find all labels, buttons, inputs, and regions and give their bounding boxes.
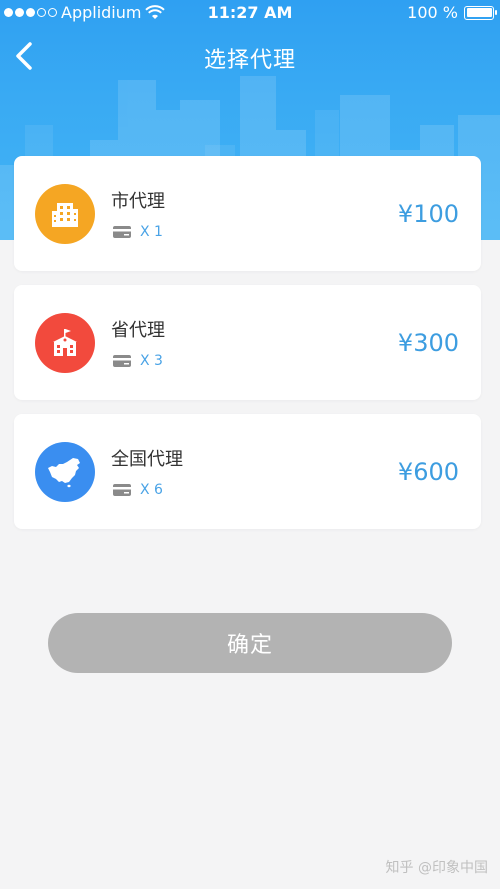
agent-quantity: X 1: [112, 224, 163, 240]
battery-icon: [464, 5, 497, 20]
quantity-count: X 1: [140, 224, 163, 240]
agent-price: ¥300: [397, 329, 459, 357]
building-icon: [35, 184, 95, 244]
china-map-icon: [35, 442, 95, 502]
agent-name: 全国代理: [111, 449, 183, 470]
agent-price: ¥600: [397, 458, 459, 486]
agent-quantity: X 3: [112, 353, 163, 369]
quantity-count: X 3: [140, 353, 163, 369]
agent-name: 省代理: [111, 320, 165, 341]
status-bar: Applidium 11:27 AM 100 %: [0, 0, 500, 26]
navigation-bar: 选择代理: [0, 30, 500, 82]
card-icon: [113, 484, 131, 496]
quantity-count: X 6: [140, 482, 163, 498]
agent-option-province[interactable]: 省代理 X 3 ¥300: [14, 285, 481, 400]
card-icon: [113, 226, 131, 238]
page-title: 选择代理: [203, 48, 296, 73]
agent-option-national[interactable]: 全国代理 X 6 ¥600: [14, 414, 481, 529]
agent-quantity: X 6: [112, 482, 163, 498]
agent-option-city[interactable]: 市代理 X 1 ¥100: [14, 156, 481, 271]
agent-name: 市代理: [111, 191, 165, 212]
confirm-button[interactable]: 确定: [48, 613, 452, 673]
school-icon: [35, 313, 95, 373]
card-icon: [113, 355, 131, 367]
watermark: 知乎 @印象中国: [385, 860, 488, 876]
agent-price: ¥100: [397, 200, 459, 228]
battery-percent: 100 %: [407, 3, 458, 22]
status-right: 100 %: [407, 3, 497, 22]
